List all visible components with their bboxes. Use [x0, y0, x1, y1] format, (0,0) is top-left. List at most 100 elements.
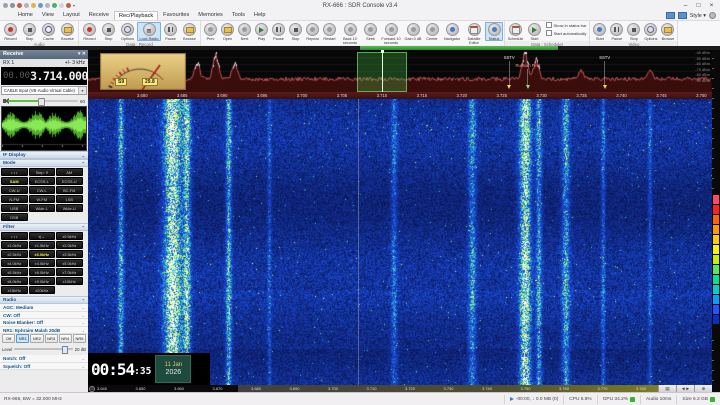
ribbon-button-back-10-seconds[interactable]: Back 10 seconds: [338, 22, 362, 45]
ribbon-button-record[interactable]: Record: [1, 22, 20, 41]
filter-button-20khz[interactable]: ±20kHz: [28, 286, 55, 294]
navigator-options-icon[interactable]: ⊘: [89, 385, 95, 392]
filter-button-70khz[interactable]: ±7.0kHz: [56, 268, 83, 276]
mode-button-[interactable]: • • •: [1, 168, 28, 176]
ribbon-button-prev[interactable]: Prev: [202, 22, 219, 41]
ribbon-button-stop[interactable]: Stop: [625, 22, 642, 41]
tab-rec-playback[interactable]: Rec/Playback: [113, 11, 159, 20]
ribbon-button-options[interactable]: Options: [642, 22, 659, 41]
tab-favourites[interactable]: Favourites: [159, 11, 193, 20]
radio-row-nr1[interactable]: NR1: Ephraim Malah 20dB ⌄: [0, 326, 88, 334]
receive-panel-header[interactable]: Receive ▾ ✕: [0, 50, 88, 59]
filter-button-45khz[interactable]: ±4.5kHz: [28, 259, 55, 267]
radio-row-squelch[interactable]: Squelch: Off ⌄: [0, 362, 88, 370]
tab-help[interactable]: Help: [250, 11, 270, 20]
panel-header-icons[interactable]: ▾ ✕: [78, 50, 86, 59]
navigator-button[interactable]: ⊕: [694, 385, 712, 392]
filter-button-20khz[interactable]: ±2.0kHz: [56, 241, 83, 249]
mode-button-lsb[interactable]: LSB: [56, 195, 83, 203]
navigator-button[interactable]: ◄►: [676, 385, 694, 392]
ribbon-button-stop[interactable]: Stop: [287, 22, 304, 41]
signal-marker[interactable]: SSTV: [585, 55, 625, 89]
ribbon-button-options[interactable]: Options: [118, 22, 137, 41]
ribbon-button-play[interactable]: Play: [253, 22, 270, 41]
level-slider[interactable]: [14, 346, 73, 354]
signal-marker[interactable]: Russian Pirat: [508, 63, 548, 89]
ribbon-button-restart[interactable]: Restart: [321, 22, 338, 41]
tab-tools[interactable]: Tools: [228, 11, 249, 20]
ribbon-button-start[interactable]: Start: [525, 22, 544, 41]
filter-button-35khz[interactable]: ±3.5kHz: [56, 250, 83, 258]
filter-button-05khz[interactable]: ±0.5kHz: [56, 232, 83, 240]
ribbon-button-navigator[interactable]: Navigator: [441, 22, 463, 41]
mode-button-cwu[interactable]: CW-U: [1, 186, 28, 194]
nr-button-nr4[interactable]: NR4: [58, 334, 72, 343]
frequency-scale[interactable]: 3.680 3.685 3.690 3.695 3.700 3.705 3.710 3.715…: [88, 92, 712, 99]
mode-button-ecssl[interactable]: ECSS-L: [28, 177, 55, 185]
frequency-display[interactable]: 00.00 3.714.000: [1, 67, 88, 85]
nr-button-nr2[interactable]: NR2: [30, 334, 44, 343]
navigator-button[interactable]: ▤: [658, 385, 676, 392]
close-button[interactable]: ×: [705, 0, 718, 11]
ribbon-button-cache[interactable]: Cache: [39, 22, 58, 41]
monitor-icon[interactable]: [665, 12, 675, 19]
mode-button-usb[interactable]: USB: [1, 204, 28, 212]
ribbon-button-browse[interactable]: Browse: [58, 22, 77, 41]
settings-icon[interactable]: [709, 12, 716, 19]
ribbon-button-pause[interactable]: Pause: [161, 22, 180, 41]
monitor2-icon[interactable]: [677, 12, 687, 19]
nr-button-nr3[interactable]: NR3: [44, 334, 58, 343]
nr-button-nr1[interactable]: NR1: [16, 334, 30, 343]
ribbon-button-pause[interactable]: Pause: [608, 22, 625, 41]
radio-header[interactable]: Radio ⌃: [0, 296, 88, 304]
tab-view[interactable]: View: [38, 11, 58, 20]
filter-button-80khz[interactable]: ±8.0kHz: [1, 277, 28, 285]
if-display-header[interactable]: IF Display ⌄: [0, 151, 88, 159]
ribbon-button-schedule[interactable]: Schedule: [506, 22, 525, 41]
ribbon-button-open[interactable]: Open: [219, 22, 236, 41]
ribbon-button-browse[interactable]: Browse: [180, 22, 199, 41]
filter-button-15khz[interactable]: ±1.5kHz: [28, 241, 55, 249]
waterfall-colorbar[interactable]: [712, 50, 720, 392]
filter-button-15khz[interactable]: ±15kHz: [1, 286, 28, 294]
ribbon-button-repeat[interactable]: Repeat: [304, 22, 321, 41]
ribbon-button-datafile-editor[interactable]: Datafile Editor: [463, 22, 485, 45]
mode-button-bcfm[interactable]: BC-FM: [56, 186, 83, 194]
maximize-button[interactable]: □: [692, 0, 705, 11]
ribbon-button-status[interactable]: Status: [485, 22, 503, 41]
ribbon-button-stop[interactable]: Stop: [99, 22, 118, 41]
filter-button-90khz[interactable]: ±9.0kHz: [28, 277, 55, 285]
nr-button-off[interactable]: Off: [2, 334, 16, 343]
ribbon-button-record[interactable]: Record: [80, 22, 99, 41]
filter-button-[interactable]: • • •: [1, 232, 28, 240]
filter-button-60khz[interactable]: ±6.0kHz: [28, 268, 55, 276]
chevron-down-icon[interactable]: ▾: [78, 87, 86, 94]
radio-row-notch[interactable]: Notch: Off ⌄: [0, 355, 88, 363]
mode-button-widel[interactable]: Wide-L: [28, 204, 55, 212]
mode-button-wfm[interactable]: W-FM: [28, 195, 55, 203]
mode-button-dsb[interactable]: DSB: [1, 213, 28, 221]
style-dropdown[interactable]: Style ▾: [690, 13, 706, 19]
mode-button-cwl[interactable]: CW-L: [28, 186, 55, 194]
filter-button-10khz[interactable]: ±10kHz: [56, 277, 83, 285]
rx-bandwidth-label[interactable]: +/- 3 kHz: [65, 60, 85, 66]
tab-home[interactable]: Home: [14, 11, 37, 20]
mode-button-step9[interactable]: Step: 9: [28, 168, 55, 176]
tune-frequency-line[interactable]: [381, 50, 383, 92]
mode-button-wideu[interactable]: Wide-U: [56, 204, 83, 212]
filter-button-25khz[interactable]: ±2.5kHz: [1, 250, 28, 258]
ribbon-button-start[interactable]: Start: [591, 22, 608, 41]
volume-handle[interactable]: [38, 98, 46, 106]
waterfall-display[interactable]: [88, 99, 712, 385]
nr-button-nr5[interactable]: NR5: [72, 334, 87, 343]
mode-header[interactable]: Mode ⌃: [0, 159, 88, 167]
filter-button-30khz[interactable]: ±3.0kHz: [28, 250, 55, 258]
filter-button-10khz[interactable]: ±1.0kHz: [1, 241, 28, 249]
mode-button-am[interactable]: AM: [56, 168, 83, 176]
checkbox-start-automatically[interactable]: Start automatically: [546, 30, 586, 36]
ribbon-button-forward-10-seconds[interactable]: Forward 10 seconds: [379, 22, 403, 45]
band-navigator[interactable]: ⊘ 3.640 3.650 3.660 3.670 3.680 3.690 3.700 3.7…: [88, 385, 712, 392]
filter-button-55khz[interactable]: ±5.5kHz: [1, 268, 28, 276]
ribbon-button-pause[interactable]: Pause: [270, 22, 287, 41]
filter-button-[interactable]: ±|↔: [28, 232, 55, 240]
